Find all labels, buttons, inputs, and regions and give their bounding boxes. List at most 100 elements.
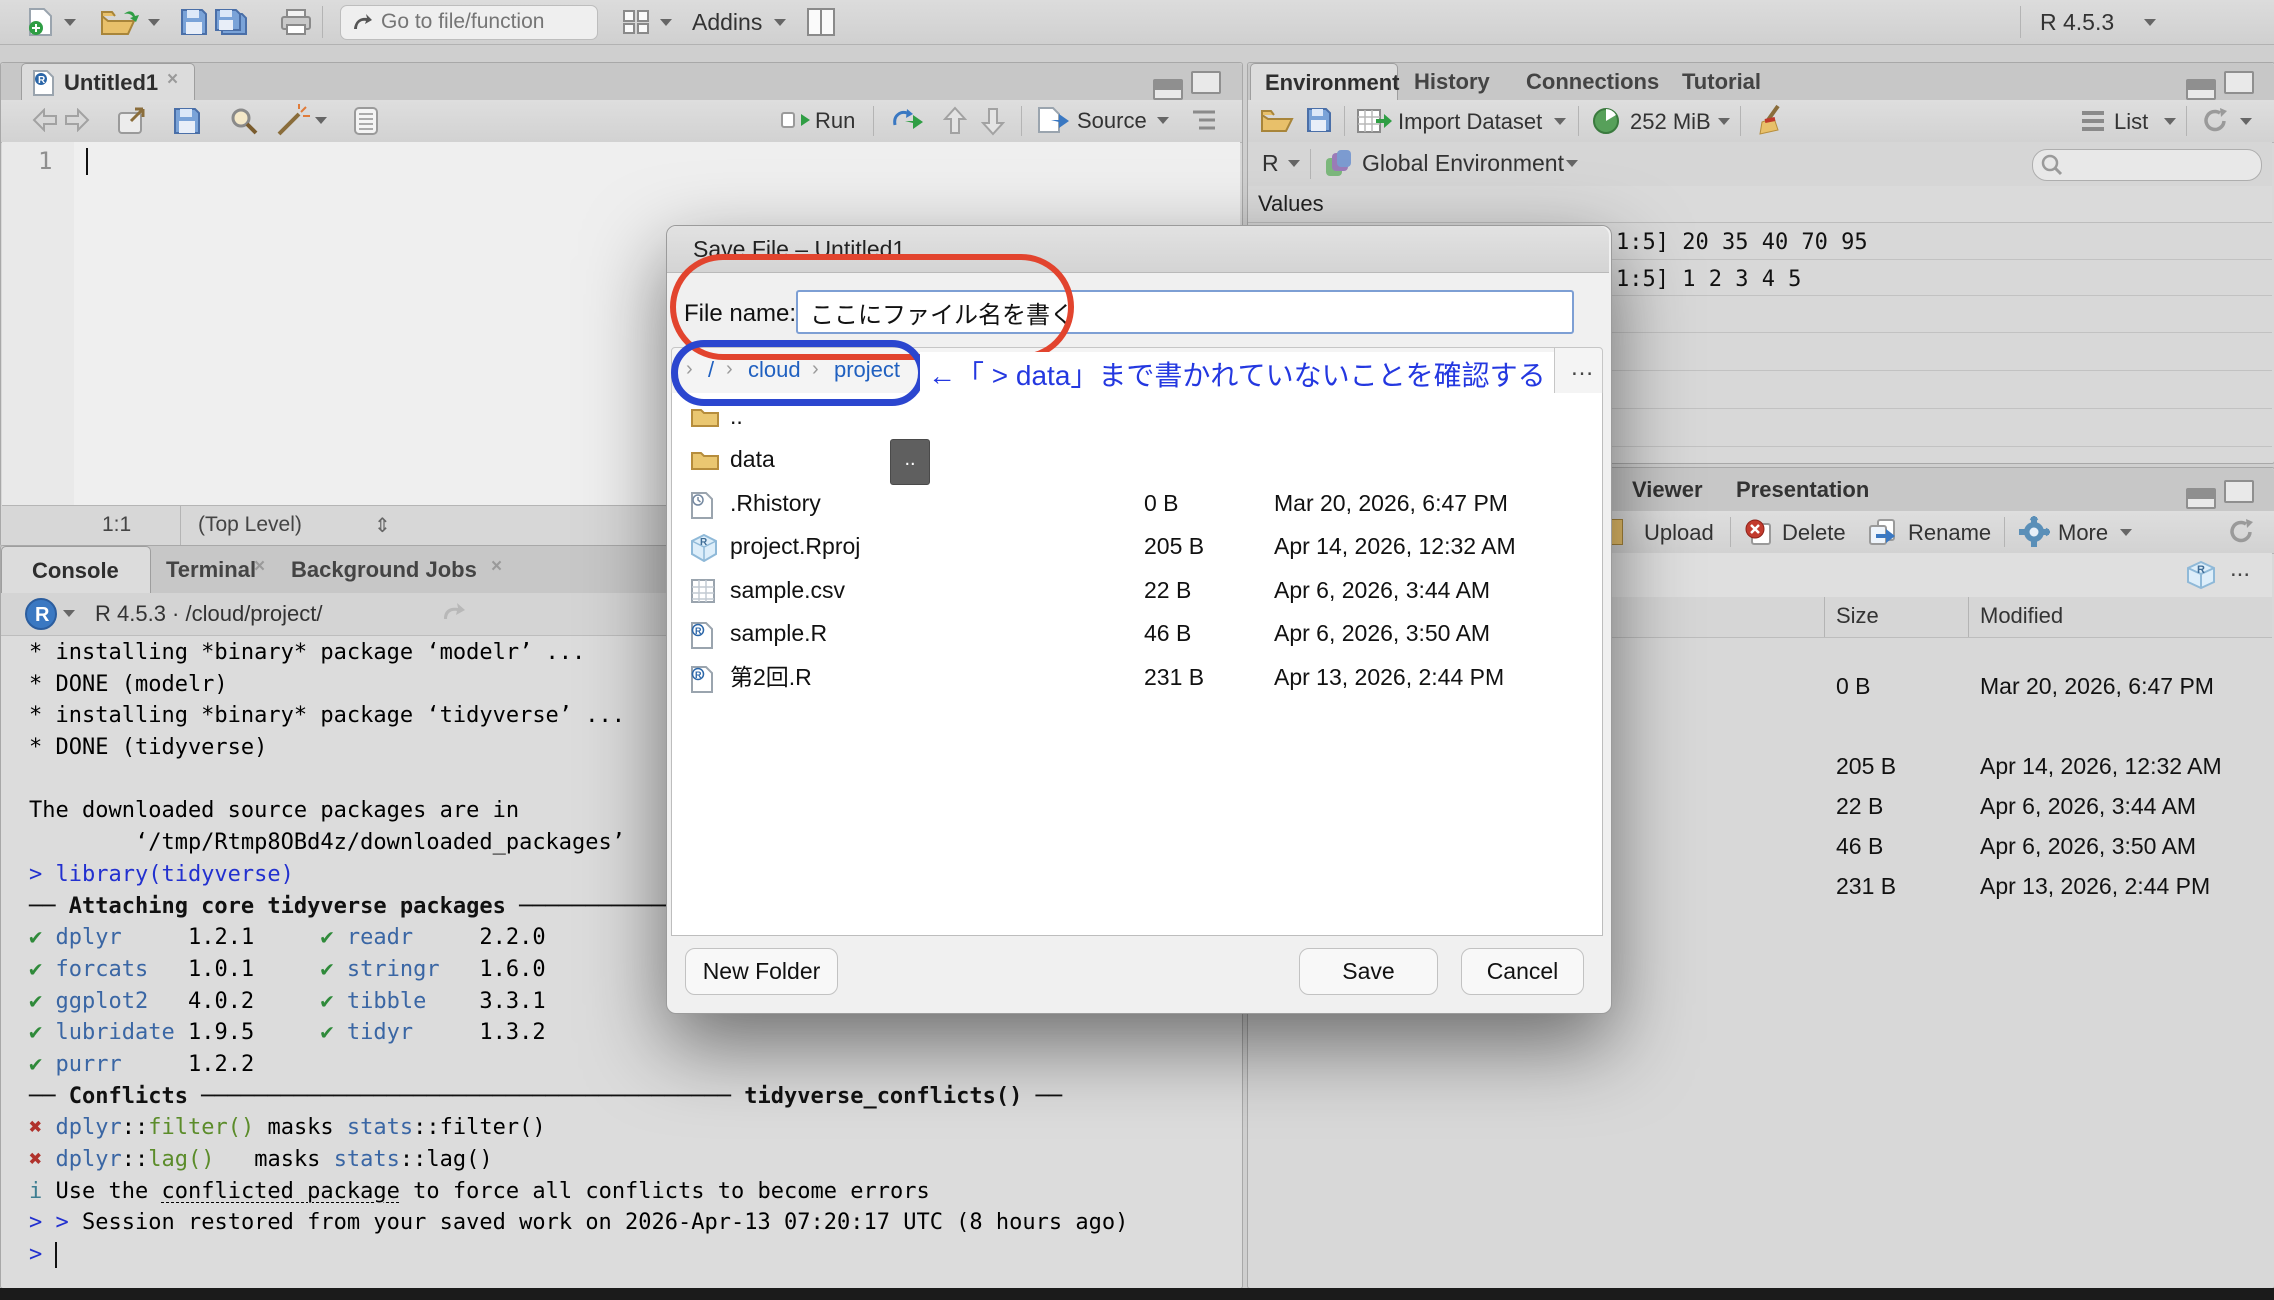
minimize-icon[interactable] — [1153, 79, 1183, 100]
tab-viewer[interactable]: Viewer — [1632, 477, 1703, 503]
source-caret[interactable] — [1157, 117, 1169, 124]
file-row-data[interactable]: data — [676, 438, 1598, 482]
scope-updown-icon[interactable]: ⇕ — [374, 513, 391, 538]
delete-button[interactable]: Delete — [1782, 520, 1846, 546]
size-column-header[interactable]: Size — [1836, 603, 1879, 629]
source-window-buttons[interactable] — [1153, 71, 1221, 100]
addins-caret[interactable] — [774, 19, 786, 26]
show-directory-icon[interactable] — [441, 601, 467, 629]
code-tools-wand-icon[interactable] — [273, 104, 313, 144]
maximize-icon[interactable] — [2224, 480, 2254, 503]
save-icon[interactable] — [173, 107, 201, 141]
language-menu[interactable]: R — [1262, 150, 1279, 177]
open-file-icon[interactable] — [100, 8, 140, 44]
tab-close-icon[interactable]: × — [167, 69, 178, 91]
file-row-dai2kai[interactable]: R 第2回.R 231 B Apr 13, 2026, 2:44 PM — [676, 656, 1598, 700]
import-dataset-caret[interactable] — [1554, 118, 1566, 125]
file-row-rproj[interactable]: R project.Rproj 205 B Apr 14, 2026, 12:3… — [676, 525, 1598, 569]
search-icon[interactable] — [229, 106, 259, 142]
tab-background-jobs[interactable]: Background Jobs — [291, 557, 477, 583]
import-dataset-button[interactable]: Import Dataset — [1398, 109, 1542, 135]
r-version-menu[interactable]: R 4.5.3 — [2040, 9, 2114, 36]
tab-terminal[interactable]: Terminal — [166, 557, 256, 583]
breadcrumb-ellipsis-button[interactable]: … — [1570, 354, 1594, 382]
r-version-caret[interactable] — [2144, 19, 2156, 26]
forward-icon[interactable] — [63, 108, 91, 138]
memory-caret[interactable] — [1718, 118, 1730, 125]
clear-broom-icon[interactable] — [1754, 104, 1788, 144]
tab-terminal-close-icon[interactable]: × — [254, 556, 265, 578]
file-row-rhistory[interactable]: .Rhistory 0 B Mar 20, 2026, 6:47 PM — [676, 482, 1598, 526]
goto-file-input[interactable] — [379, 9, 588, 35]
environment-window-buttons[interactable] — [2186, 71, 2254, 100]
language-caret[interactable] — [1288, 160, 1300, 167]
rerun-icon[interactable] — [891, 107, 925, 139]
save-workspace-icon[interactable] — [1306, 107, 1332, 139]
source-button[interactable]: Source — [1077, 108, 1147, 134]
maximize-icon[interactable] — [1191, 71, 1221, 94]
source-doc-icon[interactable] — [1037, 106, 1071, 140]
tab-connections[interactable]: Connections — [1526, 69, 1659, 95]
tab-tutorial[interactable]: Tutorial — [1682, 69, 1761, 95]
save-all-icon[interactable] — [214, 8, 250, 42]
refresh-icon[interactable] — [2226, 517, 2256, 553]
load-workspace-icon[interactable] — [1260, 107, 1296, 141]
minimize-icon[interactable] — [2186, 488, 2216, 509]
file-row-csv[interactable]: sample.csv 22 B Apr 6, 2026, 3:44 AM — [676, 569, 1598, 613]
memory-usage-button[interactable]: 252 MiB — [1630, 109, 1711, 135]
go-down-icon[interactable] — [981, 106, 1005, 142]
minimize-icon[interactable] — [2186, 79, 2216, 100]
rename-icon[interactable] — [1868, 518, 1900, 552]
modified-column-header[interactable]: Modified — [1980, 603, 2063, 629]
tab-environment[interactable]: Environment — [1250, 63, 1398, 100]
rename-button[interactable]: Rename — [1908, 520, 1991, 546]
tab-console[interactable]: Console — [1, 546, 151, 593]
panes-caret[interactable] — [660, 19, 672, 26]
memory-pie-icon[interactable] — [1592, 107, 1620, 141]
print-icon[interactable] — [280, 8, 312, 42]
upload-button[interactable]: Upload — [1644, 520, 1714, 546]
workspace-panes-icon[interactable] — [622, 9, 650, 41]
global-environment-menu[interactable]: Global Environment — [1362, 150, 1564, 177]
open-file-caret[interactable] — [148, 19, 160, 26]
tab-history[interactable]: History — [1414, 69, 1490, 95]
list-view-caret[interactable] — [2164, 118, 2176, 125]
run-button[interactable]: Run — [815, 108, 855, 134]
run-icon[interactable] — [781, 108, 811, 138]
refresh-caret[interactable] — [2240, 118, 2252, 125]
files-window-buttons[interactable] — [2186, 480, 2254, 509]
file-row-sample-r[interactable]: R sample.R 46 B Apr 6, 2026, 3:50 AM — [676, 612, 1598, 656]
delete-icon[interactable] — [1744, 518, 1774, 552]
refresh-icon[interactable] — [2200, 106, 2230, 142]
path-ellipsis-button[interactable]: ... — [2230, 555, 2250, 583]
more-button[interactable]: More — [2058, 520, 2108, 546]
new-folder-button[interactable]: New Folder — [685, 948, 838, 995]
tab-background-jobs-close-icon[interactable]: × — [491, 556, 502, 578]
list-view-icon[interactable] — [2080, 110, 2106, 138]
gear-icon[interactable] — [2018, 516, 2050, 554]
global-environment-caret[interactable] — [1566, 160, 1578, 167]
more-caret[interactable] — [2120, 529, 2132, 536]
list-view-button[interactable]: List — [2114, 109, 2148, 135]
console-r-caret[interactable] — [63, 610, 75, 617]
back-icon[interactable] — [31, 108, 59, 138]
tab-presentation[interactable]: Presentation — [1736, 477, 1869, 503]
save-button[interactable]: Save — [1299, 948, 1438, 995]
new-file-caret[interactable] — [64, 19, 76, 26]
document-outline-icon[interactable] — [1191, 108, 1217, 138]
addins-button[interactable]: Addins — [692, 9, 762, 36]
columns-layout-icon[interactable] — [806, 7, 836, 43]
import-dataset-icon[interactable] — [1356, 106, 1392, 142]
compile-report-icon[interactable] — [353, 106, 379, 142]
env-value-row[interactable]: 1:5] 1 2 3 4 5 — [1616, 267, 1801, 292]
save-icon[interactable] — [180, 8, 208, 42]
goto-file-box[interactable] — [340, 5, 598, 40]
env-value-row[interactable]: 1:5] 20 35 40 70 95 — [1616, 230, 1868, 255]
cancel-button[interactable]: Cancel — [1461, 948, 1584, 995]
maximize-icon[interactable] — [2224, 71, 2254, 94]
scope-label[interactable]: (Top Level) — [198, 513, 302, 537]
new-file-icon[interactable] — [26, 7, 56, 43]
go-up-icon[interactable] — [943, 106, 967, 142]
open-in-window-icon[interactable] — [117, 107, 147, 141]
tab-untitled1[interactable]: R Untitled1 × — [21, 63, 195, 100]
